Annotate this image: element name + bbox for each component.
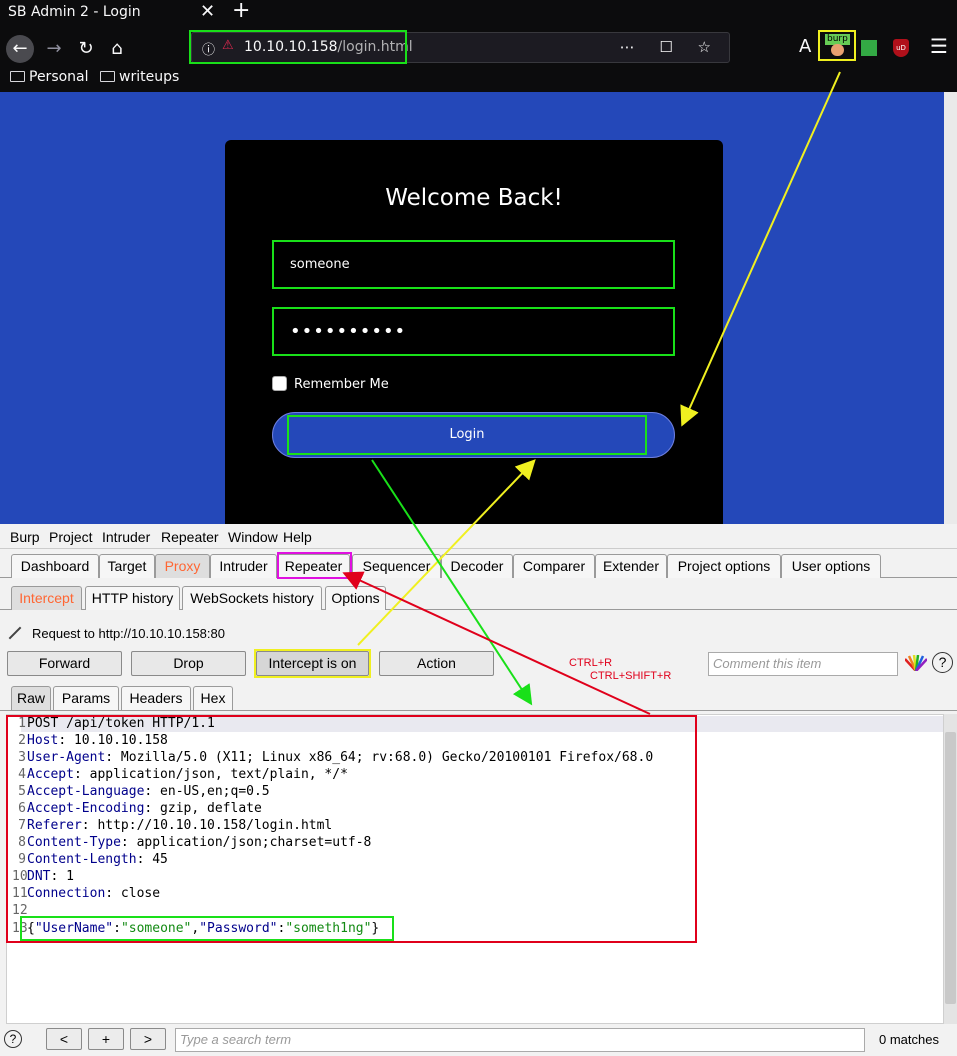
subtab-intercept[interactable]: Intercept (11, 586, 82, 610)
screenshot-root: SB Admin 2 - Login ✕ + ← → ↻ ⌂ ⓘ ⚠ 10.10… (0, 0, 957, 1056)
bookmark-writeups[interactable]: writeups (100, 69, 179, 85)
menu-intruder[interactable]: Intruder (102, 529, 150, 545)
page-scrollbar[interactable] (944, 92, 957, 524)
pencil-icon (8, 626, 22, 640)
search-input[interactable]: Type a search term (175, 1028, 865, 1052)
drop-button[interactable]: Drop (131, 651, 246, 676)
login-button[interactable]: Login (272, 412, 675, 458)
new-tab-icon[interactable]: + (232, 0, 250, 23)
tab-title: SB Admin 2 - Login (8, 4, 141, 20)
view-tab-hex[interactable]: Hex (193, 686, 233, 710)
url-highlight-box (189, 30, 407, 64)
tab-user-options[interactable]: User options (781, 554, 881, 578)
repeater-tab-highlight-box (277, 552, 352, 579)
forward-button[interactable]: → (40, 35, 68, 63)
remember-me[interactable]: Remember Me (272, 376, 389, 392)
subtab-websockets-history[interactable]: WebSockets history (182, 586, 322, 610)
view-tab-headers[interactable]: Headers (121, 686, 191, 710)
menu-window[interactable]: Window (228, 529, 278, 545)
home-button[interactable]: ⌂ (103, 35, 131, 63)
remember-checkbox[interactable] (272, 376, 287, 391)
menu-burp[interactable]: Burp (10, 529, 40, 545)
tab-extender[interactable]: Extender (595, 554, 667, 578)
previous-match-button[interactable]: < (46, 1028, 82, 1050)
folder-icon (100, 71, 115, 82)
username-input[interactable]: someone (272, 240, 675, 289)
match-count: 0 matches (879, 1032, 939, 1047)
remember-label: Remember Me (294, 377, 389, 392)
subtab-http-history[interactable]: HTTP history (85, 586, 180, 610)
menu-project[interactable]: Project (49, 529, 93, 545)
tab-project-options[interactable]: Project options (667, 554, 781, 578)
menu-help[interactable]: Help (283, 529, 312, 545)
search-bar: ? < + > Type a search term 0 matches (0, 1024, 957, 1056)
burp-extension-highlight-box (818, 30, 856, 61)
back-button[interactable]: ← (6, 35, 34, 63)
view-tab-raw[interactable]: Raw (11, 686, 51, 710)
password-input[interactable]: •••••••••• (272, 307, 675, 356)
burp-menubar: Burp Project Intruder Repeater Window He… (0, 524, 957, 549)
forward-button[interactable]: Forward (7, 651, 122, 676)
hamburger-menu-icon[interactable]: ☰ (930, 34, 948, 58)
reload-button[interactable]: ↻ (72, 35, 100, 63)
action-button[interactable]: Action (379, 651, 494, 676)
burp-suite-window: Burp Project Intruder Repeater Window He… (0, 524, 957, 1056)
menu-repeater[interactable]: Repeater (161, 529, 219, 545)
subtab-options[interactable]: Options (325, 586, 386, 610)
view-tabs-divider (0, 710, 957, 711)
highlight-color-icon[interactable] (905, 655, 927, 671)
login-card: Welcome Back! someone •••••••••• Remembe… (225, 140, 723, 524)
add-search-button[interactable]: + (88, 1028, 124, 1050)
firefox-toolbar: SB Admin 2 - Login ✕ + ← → ↻ ⌂ ⓘ ⚠ 10.10… (0, 0, 957, 92)
request-target-label: Request to http://10.10.10.158:80 (32, 626, 225, 641)
tab-target[interactable]: Target (99, 554, 155, 578)
ublock-shield-icon[interactable]: uD (893, 39, 909, 57)
folder-icon (10, 71, 25, 82)
tab-comparer[interactable]: Comparer (513, 554, 595, 578)
tab-dashboard[interactable]: Dashboard (11, 554, 99, 578)
grid-extension-icon[interactable] (861, 40, 877, 56)
request-highlight-box (6, 715, 697, 943)
next-match-button[interactable]: > (130, 1028, 166, 1050)
editor-scrollbar[interactable] (944, 714, 957, 1024)
shortcut-ctrl-shift-r: CTRL+SHIFT+R (590, 670, 672, 682)
bookmarks-bar: Personal writeups (0, 66, 957, 92)
tab-close-icon[interactable]: ✕ (200, 0, 215, 24)
shortcut-ctrl-r: CTRL+R (569, 657, 613, 669)
browser-tab[interactable]: SB Admin 2 - Login ✕ (0, 0, 225, 25)
welcome-heading: Welcome Back! (385, 185, 563, 211)
page-actions-icons[interactable]: ⋯ ☐ ☆ (620, 38, 721, 56)
tab-intruder[interactable]: Intruder (210, 554, 277, 578)
comment-input[interactable]: Comment this item (708, 652, 898, 676)
request-target: Request to http://10.10.10.158:80 (7, 626, 225, 641)
editor-scrollbar-thumb[interactable] (945, 732, 956, 1004)
bookmark-personal[interactable]: Personal (10, 69, 89, 85)
search-help-icon[interactable]: ? (4, 1030, 22, 1048)
help-icon[interactable]: ? (932, 652, 953, 673)
tab-sequencer[interactable]: Sequencer (352, 554, 441, 578)
tab-decoder[interactable]: Decoder (441, 554, 513, 578)
view-tab-params[interactable]: Params (53, 686, 119, 710)
reader-font-icon[interactable]: A (799, 36, 811, 57)
intercept-highlight-box (254, 649, 371, 678)
login-button-label: Login (287, 415, 647, 455)
tab-proxy[interactable]: Proxy (155, 554, 210, 578)
